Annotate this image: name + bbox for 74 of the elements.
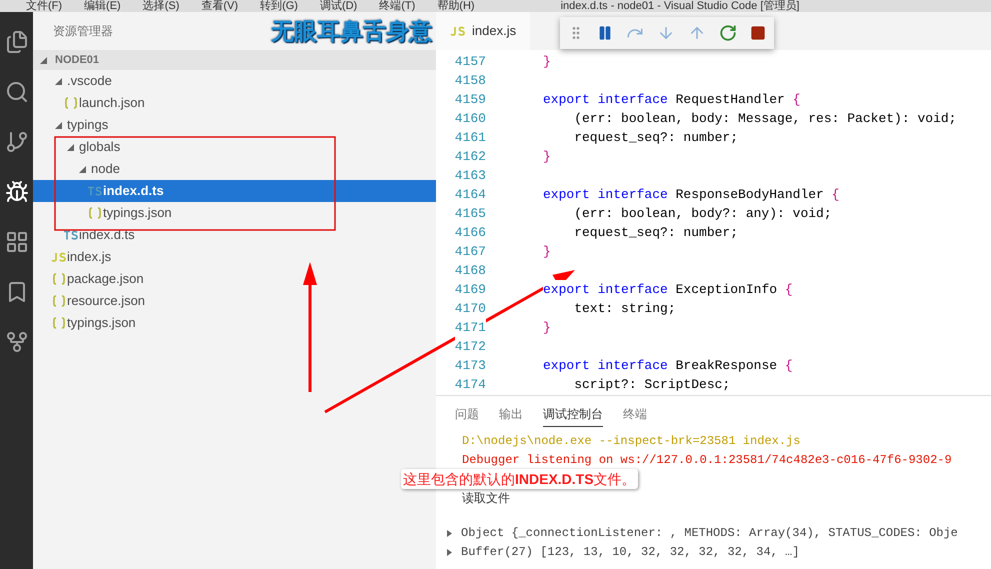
expanded-caret-icon[interactable] xyxy=(40,56,47,64)
tree-item-label: resource.json xyxy=(67,292,146,310)
menu-item[interactable]: 编辑(E) xyxy=(84,0,121,12)
tree-item[interactable]: globals xyxy=(33,136,436,158)
braces-icon xyxy=(52,273,66,285)
tree-item[interactable]: index.js xyxy=(33,246,436,268)
expanded-caret-icon[interactable] xyxy=(55,122,62,128)
tree-item[interactable]: package.json xyxy=(33,268,436,290)
menu-item[interactable]: 查看(V) xyxy=(201,0,238,12)
typescript-file-icon xyxy=(62,230,78,240)
project-header[interactable]: NODE01 xyxy=(33,50,436,70)
editor-tab[interactable]: index.js xyxy=(436,12,530,50)
fork-icon[interactable] xyxy=(4,330,28,354)
project-name: NODE01 xyxy=(55,52,100,68)
tree-item[interactable]: node xyxy=(33,158,436,180)
expanded-caret-icon[interactable] xyxy=(67,144,74,150)
menu-item[interactable]: 调试(D) xyxy=(320,0,358,12)
branch-icon[interactable] xyxy=(4,130,28,154)
collapsed-caret-icon[interactable] xyxy=(446,549,453,556)
panel-tab[interactable]: 调试控制台 xyxy=(543,402,603,426)
console-line: Debugger listening on ws://127.0.0.1:23581/74c482e3-c016-47f6-9302-9 xyxy=(462,453,952,467)
panel-tab[interactable]: 输出 xyxy=(499,402,523,426)
tree-item-label: launch.json xyxy=(79,94,145,112)
tree-item-label: typings xyxy=(67,116,108,134)
tree-item[interactable]: resource.json xyxy=(33,290,436,312)
banner-caption: 无眼耳鼻舌身意 xyxy=(271,16,432,46)
expanded-caret-icon[interactable] xyxy=(55,78,62,84)
bug-icon[interactable] xyxy=(4,180,28,204)
tree-item[interactable]: index.d.ts xyxy=(33,224,436,246)
console-line: D:\nodejs\node.exe --inspect-brk=23581 index.js xyxy=(462,434,800,448)
javascript-file-icon xyxy=(450,26,466,36)
tree-item[interactable]: .vscode xyxy=(33,70,436,92)
stop-icon[interactable] xyxy=(750,25,766,41)
menu-item[interactable]: 帮助(H) xyxy=(437,0,475,12)
braces-icon xyxy=(88,207,102,219)
explorer-title: 资源管理器 xyxy=(53,23,113,40)
braces-icon xyxy=(52,317,66,329)
tree-item[interactable]: typings.json xyxy=(33,202,436,224)
console-line: 读取文件 xyxy=(462,491,510,505)
tree-item-label: .vscode xyxy=(67,72,112,90)
annotation-callout: 这里包含的默认的INDEX.D.TS文件。 xyxy=(401,469,638,489)
tree-item[interactable]: typings xyxy=(33,114,436,136)
javascript-file-icon xyxy=(50,252,66,262)
files-icon[interactable] xyxy=(4,30,28,54)
menu-item[interactable]: 选择(S) xyxy=(142,0,180,12)
typescript-file-icon xyxy=(86,186,102,196)
panel-tab[interactable]: 终端 xyxy=(623,402,647,426)
menu-item[interactable]: 转到(G) xyxy=(260,0,298,12)
expanded-caret-icon[interactable] xyxy=(79,166,86,172)
console-object[interactable]: Object {_connectionListener: , METHODS: Array(34), STATUS_CODES: Obje xyxy=(461,524,958,543)
pause-icon[interactable] xyxy=(597,25,613,41)
tree-item-label: package.json xyxy=(67,270,144,288)
tree-item-label: node xyxy=(91,160,120,178)
collapsed-caret-icon[interactable] xyxy=(446,530,453,537)
tree-item[interactable]: typings.json xyxy=(33,312,436,334)
extensions-icon[interactable] xyxy=(4,230,28,254)
tree-item[interactable]: index.d.ts xyxy=(33,180,436,202)
tree-item-label: index.d.ts xyxy=(103,182,164,200)
menu-item[interactable]: 终端(T) xyxy=(379,0,416,12)
restart-icon[interactable] xyxy=(719,24,737,42)
menu-item[interactable]: 文件(F) xyxy=(26,0,62,12)
tree-item[interactable]: launch.json xyxy=(33,92,436,114)
tree-item-label: globals xyxy=(79,138,120,156)
braces-icon xyxy=(52,295,66,307)
tree-item-label: typings.json xyxy=(67,314,136,332)
window-title: index.d.ts - node01 - Visual Studio Code [管理员] xyxy=(560,0,800,12)
braces-icon xyxy=(64,97,78,109)
tree-item-label: index.d.ts xyxy=(79,226,135,244)
search-icon[interactable] xyxy=(4,80,28,104)
line-number: 4171 xyxy=(454,318,486,337)
tree-item-label: typings.json xyxy=(103,204,172,222)
console-object[interactable]: Buffer(27) [123, 13, 10, 32, 32, 32, 32, 34, …] xyxy=(461,543,800,562)
panel-tab[interactable]: 问题 xyxy=(455,402,479,426)
tree-item-label: index.js xyxy=(67,248,112,266)
